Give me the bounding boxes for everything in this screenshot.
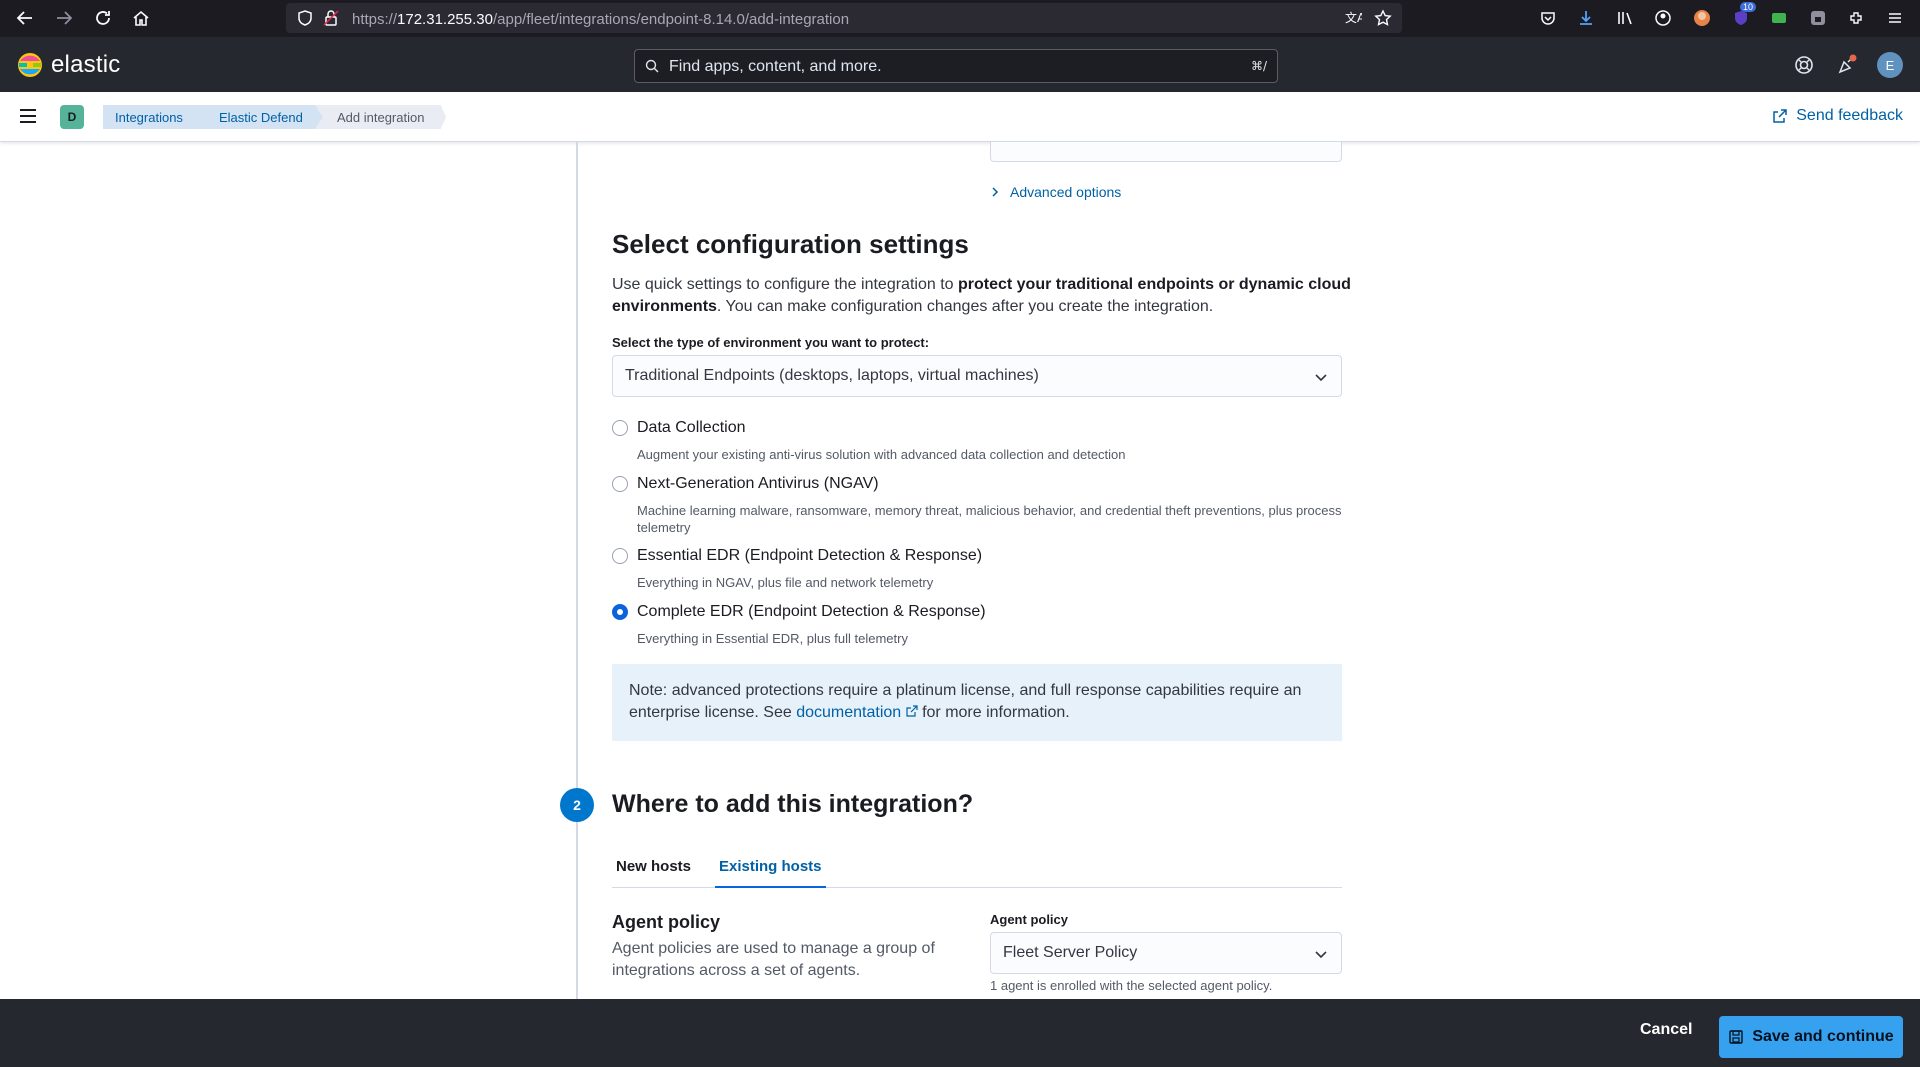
environment-select[interactable]: Traditional Endpoints (desktops, laptops… (612, 355, 1342, 397)
section-title: Select configuration settings (612, 229, 969, 259)
download-icon[interactable] (1575, 7, 1597, 29)
agent-policy-help: 1 agent is enrolled with the selected ag… (990, 978, 1273, 993)
save-label: Save and continue (1752, 1028, 1894, 1045)
back-icon[interactable] (13, 6, 37, 30)
agent-policy-label: Agent policy (990, 912, 1069, 927)
chevron-right-icon (992, 187, 999, 197)
radio-complete-edr[interactable] (612, 604, 628, 620)
option-label: Next-Generation Antivirus (NGAV) (637, 475, 879, 492)
account-icon[interactable] (1652, 7, 1674, 29)
extensions-icon[interactable] (1845, 7, 1867, 29)
extension-lock-icon[interactable] (1807, 7, 1829, 29)
extension-avatar-icon[interactable] (1691, 7, 1713, 29)
bookmark-star-icon[interactable] (1374, 9, 1392, 32)
save-and-continue-button[interactable]: Save and continue (1719, 1016, 1903, 1058)
breadcrumb-integrations[interactable]: Integrations (103, 105, 206, 129)
pocket-icon[interactable] (1537, 7, 1559, 29)
save-icon (1729, 1030, 1744, 1044)
previous-field-input[interactable] (990, 142, 1342, 162)
agent-policy-description: Agent policies are used to manage a grou… (612, 940, 935, 979)
agent-policy-value: Fleet Server Policy (1003, 944, 1138, 961)
external-link-icon (906, 705, 918, 717)
agent-policy-heading: Agent policy (612, 912, 721, 932)
send-feedback-link[interactable]: Send feedback (1772, 107, 1903, 125)
lock-icon[interactable] (322, 9, 340, 32)
app-menu-icon[interactable] (1884, 7, 1906, 29)
menu-icon[interactable] (18, 106, 42, 128)
license-note-callout: Note: advanced protections require a pla… (612, 664, 1342, 741)
option-description: Everything in Essential EDR, plus full t… (637, 631, 908, 646)
breadcrumb-bar: D Integrations Elastic Defend Add integr… (0, 92, 1920, 142)
global-search-input[interactable]: Find apps, content, and more. ⌘/ (634, 49, 1278, 83)
send-feedback-label: Send feedback (1796, 107, 1903, 124)
extension-wallet-icon[interactable] (1768, 7, 1790, 29)
option-description: Everything in NGAV, plus file and networ… (637, 575, 934, 590)
app-header: elastic Find apps, content, and more. ⌘/… (0, 37, 1920, 92)
logo-text: elastic (51, 51, 121, 78)
elastic-logo-icon (18, 53, 42, 77)
space-avatar[interactable]: D (60, 105, 84, 129)
cancel-button[interactable]: Cancel (1640, 1021, 1692, 1039)
advanced-options-toggle[interactable]: Advanced options (990, 184, 1121, 200)
news-feed-icon[interactable] (1834, 52, 1860, 78)
option-description: Machine learning malware, ransomware, me… (637, 503, 1342, 535)
environment-value: Traditional Endpoints (desktops, laptops… (625, 367, 1039, 384)
home-icon[interactable] (129, 6, 153, 30)
breadcrumb-elastic-defend[interactable]: Elastic Defend (197, 105, 325, 129)
option-label: Complete EDR (Endpoint Detection & Respo… (637, 603, 986, 620)
shield-icon[interactable] (296, 9, 314, 32)
search-icon (645, 59, 659, 78)
host-tabs: New hosts Existing hosts (612, 854, 1342, 888)
browser-toolbar: https://172.31.255.30/app/fleet/integrat… (0, 0, 1920, 37)
option-label: Essential EDR (Endpoint Detection & Resp… (637, 547, 983, 564)
agent-policy-select[interactable]: Fleet Server Policy (990, 932, 1342, 974)
help-icon[interactable] (1791, 52, 1817, 78)
svg-text:文A: 文A (1345, 10, 1362, 25)
environment-label: Select the type of environment you want … (612, 335, 930, 350)
extension-badge: 10 (1740, 2, 1757, 12)
option-label: Data Collection (637, 419, 746, 436)
bottom-bar: Cancel Save and continue (0, 999, 1920, 1067)
reload-icon[interactable] (91, 6, 115, 30)
step-number-badge: 2 (560, 788, 594, 822)
url-text: https://172.31.255.30/app/fleet/integrat… (352, 11, 850, 28)
radio-essential-edr[interactable] (612, 548, 628, 564)
forward-icon[interactable] (52, 6, 76, 30)
step-title: Where to add this integration? (612, 790, 974, 818)
extension-shield-icon[interactable]: 10 (1730, 2, 1757, 29)
advanced-options-label: Advanced options (1010, 184, 1122, 200)
tab-new-hosts[interactable]: New hosts (616, 854, 691, 888)
search-placeholder: Find apps, content, and more. (669, 58, 882, 75)
main-content: Advanced options Select configuration se… (0, 142, 1920, 999)
external-link-icon (1773, 109, 1787, 123)
chevron-down-icon (1313, 946, 1329, 967)
radio-ngav[interactable] (612, 476, 628, 492)
documentation-link[interactable]: documentation (796, 704, 918, 721)
elastic-logo[interactable]: elastic (17, 51, 120, 79)
section-intro: Use quick settings to configure the inte… (612, 276, 1351, 315)
option-description: Augment your existing anti-virus solutio… (637, 447, 1126, 462)
step-connector-line (576, 142, 578, 999)
search-shortcut: ⌘/ (1250, 59, 1267, 73)
translate-icon[interactable]: 文A (1344, 9, 1366, 32)
chevron-down-icon (1313, 369, 1329, 390)
breadcrumb-add-integration: Add integration (315, 105, 446, 129)
radio-data-collection[interactable] (612, 420, 628, 436)
library-icon[interactable] (1614, 7, 1636, 29)
user-avatar[interactable]: E (1877, 52, 1903, 78)
address-bar[interactable]: https://172.31.255.30/app/fleet/integrat… (286, 3, 1402, 33)
tab-existing-hosts[interactable]: Existing hosts (715, 854, 826, 888)
